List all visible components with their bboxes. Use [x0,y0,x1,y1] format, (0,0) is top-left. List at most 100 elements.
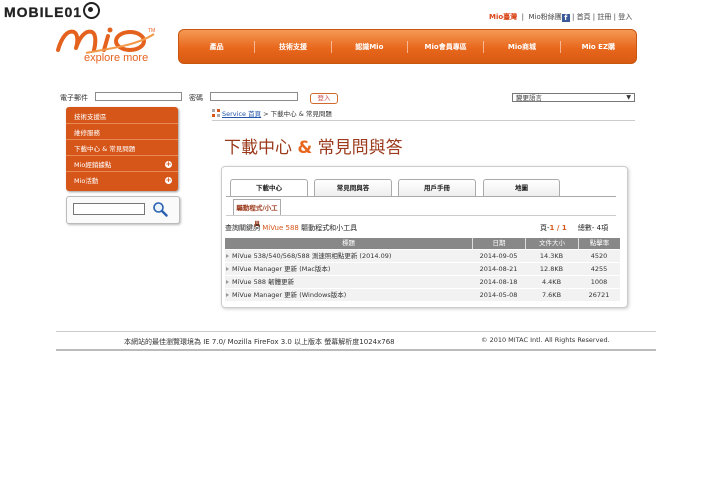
login-button-label: 登入 [317,94,331,102]
language-select[interactable]: 變更語言 ▼ [512,93,635,102]
sidebar-item-repair[interactable]: 維修服務 [66,126,178,140]
footer-copyright: © 2010 MITAC Intl. All Rights Reserved. [481,336,610,344]
password-field[interactable] [210,92,298,101]
sidebar-item-label: 維修服務 [74,129,100,137]
query-model: MiVue 588 [262,224,299,232]
grid-icon [212,109,220,117]
search-input[interactable] [73,203,145,215]
row-hits: 4520 [590,252,608,260]
logo-tm: TM [148,28,155,34]
col-title: 標題 [342,239,355,247]
sidebar-item-label: 下載中心 & 常見問題 [74,145,136,153]
row-title[interactable]: MiVue Manager 更新 (Mac版本) [225,263,479,275]
row-title[interactable]: MiVue Manager 更新 (Windows版本) [225,289,479,301]
col-date: 日期 [472,238,525,249]
subtab-divider [226,215,616,216]
main-nav: 產品 技術支援 認識Mio Mio會員專區 Mio商城 Mio EZ購 [178,29,637,64]
table-header: 標題 日期 文件大小 點擊率 [225,238,620,249]
row-title[interactable]: MiVue 588 韌體更新 [225,276,479,288]
row-size: 12.8KB [539,265,564,273]
table-row[interactable]: MiVue Manager 更新 (Mac版本) 2014-08-21 12.8… [225,263,620,276]
sidebar-item-label: Mio活動 [74,177,99,185]
tab-label: 用戶手冊 [424,184,450,192]
sidebar: 技術支援區 維修服務 下載中心 & 常見問題 Mio經銷據點 + Mio活動 + [66,107,178,191]
chevron-down-icon: ▼ [626,94,631,101]
fans-link[interactable]: Mio粉絲團 [528,13,561,21]
sidebar-item-label: Mio經銷據點 [74,161,112,169]
logo-tagline: explore more [84,52,149,64]
page-number: 1 / 1 [549,224,567,232]
footer-bar [56,349,656,351]
mio-taiwan-link[interactable]: Mio臺灣 [489,13,517,21]
login-link[interactable]: 登入 [618,13,632,21]
subtab-drivers-tools[interactable]: 驅動程式/小工具 [233,199,281,228]
tab-label: 下載中心 [256,184,282,192]
nav-ez-buy[interactable]: Mio EZ購 [561,41,636,53]
row-hits: 1008 [590,278,608,286]
sidebar-item-download[interactable]: 下載中心 & 常見問題 [66,142,178,156]
nav-about[interactable]: 認識Mio [332,40,408,53]
top-links: Mio臺灣 | Mio粉絲團 f | 首頁 | 註冊 | 登入 [489,12,632,22]
register-link[interactable]: 註冊 [597,13,611,21]
separator: | [571,13,575,21]
expand-icon[interactable]: + [165,177,172,184]
col-size: 文件大小 [525,238,578,249]
breadcrumb-home-link[interactable]: Service 首頁 [222,110,261,118]
tab-maps[interactable]: 地圖 [483,179,560,196]
mobile01-watermark: MOBILE01 [4,2,101,20]
tab-download[interactable]: 下載中心 [230,179,308,196]
tab-label: 常見問與答 [336,184,370,192]
page-title: 下載中心 & 常見問與答 [224,133,403,158]
page-title-amp: & [297,138,313,158]
tab-label: 地圖 [515,184,528,192]
tab-faq[interactable]: 常見問與答 [314,179,392,196]
email-field[interactable] [95,92,182,101]
row-title[interactable]: MiVue 538/540/568/588 測速照相點更新 (2014.09) [225,250,479,262]
row-date: 2014-08-18 [479,278,518,286]
search-icon[interactable] [152,201,168,217]
password-label: 密碼 [189,94,203,102]
breadcrumb-current: > 下載中心 & 常見問題 [261,110,332,118]
page-title-part2: 常見問與答 [317,138,403,158]
pagination-info: 頁-1 / 1 總數- 4項 [540,223,608,233]
nav-products[interactable]: 產品 [179,40,256,53]
sidebar-item-events[interactable]: Mio活動 + [66,174,178,188]
tab-manual[interactable]: 用戶手冊 [398,179,476,196]
row-size: 14.3KB [539,252,564,260]
page-title-part1: 下載中心 [224,138,292,158]
nav-support[interactable]: 技術支援 [255,40,332,53]
sidebar-item-support[interactable]: 技術支援區 [66,110,178,124]
separator: | [521,13,524,21]
language-select-value: 變更語言 [516,94,542,102]
tab-divider [226,196,616,197]
row-date: 2014-08-21 [479,265,518,273]
mio-logo[interactable]: TM [56,26,158,54]
facebook-icon[interactable]: f [561,14,570,22]
separator: | [592,13,596,21]
table-row[interactable]: MiVue Manager 更新 (Windows版本) 2014-05-08 … [225,289,620,302]
row-size: 7.6KB [541,291,562,299]
nav-members[interactable]: Mio會員專區 [408,40,485,53]
table-row[interactable]: MiVue 538/540/568/588 測速照相點更新 (2014.09) … [225,250,620,263]
total-count: 4項 [596,224,609,232]
footer-browser-note: 本網站的最佳瀏覽環境為 IE 7.0/ Mozilla FireFox 3.0 … [124,338,395,346]
query-summary: 查詢關鍵詞 MiVue 588 驅動程式和小工具 [225,223,357,233]
row-hits: 4255 [590,265,608,273]
table-row[interactable]: MiVue 588 韌體更新 2014-08-18 4.4KB 1008 [225,276,620,289]
page-label: 頁- [540,224,550,232]
footer-divider [56,331,656,332]
sidebar-item-label: 技術支援區 [74,113,107,121]
home-link[interactable]: 首頁 [577,13,591,21]
nav-store[interactable]: Mio商城 [484,40,561,53]
row-date: 2014-09-05 [479,252,518,260]
sidebar-item-dealers[interactable]: Mio經銷據點 + [66,158,178,172]
col-hits: 點擊率 [578,238,620,249]
row-hits: 26721 [588,291,610,299]
query-suffix: 驅動程式和小工具 [298,224,358,232]
watermark-text: MOBILE01 [4,4,83,20]
expand-icon[interactable]: + [165,161,172,168]
row-size: 4.4KB [541,278,562,286]
query-prefix: 查詢關鍵詞 [225,224,263,232]
breadcrumb: Service 首頁 > 下載中心 & 常見問題 [212,108,332,118]
login-button[interactable]: 登入 [310,93,338,104]
